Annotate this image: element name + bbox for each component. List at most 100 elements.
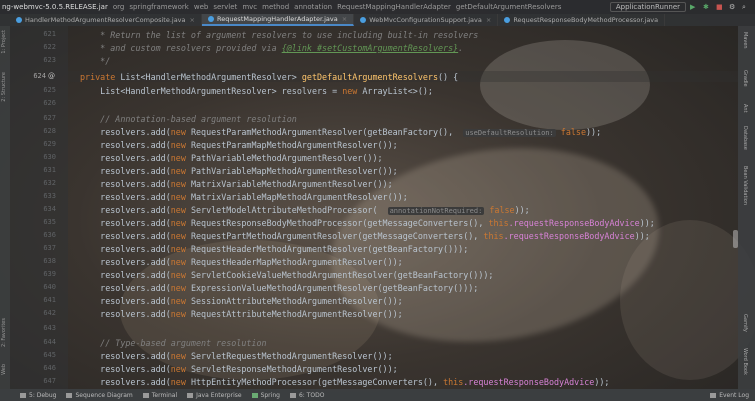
code-line: resolvers.add(new ServletResponseMethodA… <box>80 364 398 374</box>
bottom-tool-java-enterprise[interactable]: Java Enterprise <box>187 392 242 399</box>
tool-favorites[interactable]: 2: Favorites <box>1 318 7 347</box>
javadoc-link[interactable]: {@link #setCustomArgumentResolvers} <box>282 43 458 53</box>
override-marker-icon[interactable]: @ <box>48 72 55 80</box>
code-line: resolvers.add(new ServletModelAttributeM… <box>80 205 530 215</box>
settings-icon[interactable]: ⚙ <box>729 3 737 11</box>
bottom-tool-terminal[interactable]: Terminal <box>142 391 178 399</box>
code-text: List<HandlerMethodArgumentResolver> reso… <box>80 86 343 96</box>
line-number: 647 <box>43 377 56 385</box>
keyword: this <box>488 218 509 228</box>
breadcrumb-web[interactable]: web <box>194 3 208 11</box>
code-text: resolvers.add( <box>80 140 171 150</box>
tab-request-response-body-method-processor[interactable]: RequestResponseBodyMethodProcessor.java <box>498 14 666 26</box>
code-text: )); <box>639 218 655 228</box>
line-number: 634 <box>43 205 56 213</box>
debug-icon[interactable]: ✱ <box>703 3 711 11</box>
code-line-comment: * and custom resolvers provided via {@li… <box>80 43 463 53</box>
tool-gradle[interactable]: Gradle <box>742 70 748 87</box>
code-editor[interactable]: * Return the list of argument resolvers … <box>68 26 738 389</box>
keyword: new <box>170 192 186 202</box>
line-number: 644 <box>43 338 56 346</box>
breadcrumb-method[interactable]: method <box>262 3 289 11</box>
field-reference: .requestResponseBodyAdvice <box>463 377 595 387</box>
bottom-tool-spring[interactable]: Spring <box>251 392 280 399</box>
tool-maven[interactable]: Maven <box>742 32 748 49</box>
keyword: private <box>80 72 116 82</box>
event-log-button[interactable]: Event Log <box>710 392 749 399</box>
code-text: List<HandlerMethodArgumentResolver> <box>115 72 302 82</box>
keyword: new <box>170 270 186 280</box>
breadcrumb-class[interactable]: RequestMappingHandlerAdapter <box>337 3 451 11</box>
breadcrumb-mvc[interactable]: mvc <box>242 3 257 11</box>
tool-ant[interactable]: Ant <box>742 104 748 113</box>
tool-web[interactable]: Web <box>1 364 7 375</box>
tool-database[interactable]: Database <box>742 126 748 150</box>
breadcrumb-springframework[interactable]: springframework <box>129 3 189 11</box>
code-line: resolvers.add(new PathVariableMapMethodA… <box>80 166 398 176</box>
code-text: resolvers.add( <box>80 127 171 137</box>
keyword: new <box>170 364 186 374</box>
line-number: 621 <box>43 30 56 38</box>
code-text: RequestParamMethodArgumentResolver(getBe… <box>185 127 464 137</box>
terminal-icon <box>142 392 149 398</box>
tool-word-book[interactable]: Word Book <box>742 348 748 375</box>
tab-label: RequestResponseBodyMethodProcessor.java <box>513 16 659 24</box>
tab-label: HandlerMethodArgumentResolverComposite.j… <box>25 16 186 24</box>
tab-handler-method-argument-resolver-composite[interactable]: HandlerMethodArgumentResolverComposite.j… <box>10 14 202 26</box>
bottom-tool-label: Terminal <box>151 391 178 399</box>
code-line: resolvers.add(new RequestParamMapMethodA… <box>80 140 398 150</box>
code-text: resolvers.add( <box>80 244 171 254</box>
run-configuration-select[interactable]: ApplicationRunner <box>609 2 686 12</box>
line-number: 639 <box>43 270 56 278</box>
code-line: resolvers.add(new RequestParamMethodArgu… <box>80 127 601 137</box>
code-line: resolvers.add(new RequestResponseBodyMet… <box>80 218 655 228</box>
close-icon[interactable]: × <box>190 16 195 24</box>
bottom-tool-sequence-diagram[interactable]: Sequence Diagram <box>66 392 133 399</box>
tool-gamify[interactable]: Gamify <box>742 314 748 332</box>
code-text: PathVariableMethodArgumentResolver()); <box>185 153 383 163</box>
bottom-tool-todo[interactable]: 6: TODO <box>289 392 324 399</box>
tool-project[interactable]: 1: Project <box>1 30 7 54</box>
keyword: new <box>170 179 186 189</box>
close-icon[interactable]: × <box>486 16 491 24</box>
code-line: resolvers.add(new SessionAttributeMethod… <box>80 296 403 306</box>
comment-text: * and custom resolvers provided via <box>80 43 282 53</box>
tab-web-mvc-configuration-support[interactable]: WebMvcConfigurationSupport.java × <box>354 14 499 26</box>
sequence-diagram-icon <box>66 392 73 398</box>
breadcrumb-method-name[interactable]: getDefaultArgumentResolvers <box>456 3 562 11</box>
code-text: ServletRequestMethodArgumentResolver()); <box>185 351 393 361</box>
close-icon[interactable]: × <box>342 15 347 23</box>
run-icon[interactable]: ▶ <box>690 3 698 11</box>
breadcrumb-servlet[interactable]: servlet <box>213 3 237 11</box>
spring-icon <box>251 392 258 398</box>
bottom-tool-debug[interactable]: 5: Debug <box>20 392 56 399</box>
tab-request-mapping-handler-adapter[interactable]: RequestMappingHandlerAdapter.java × <box>201 14 355 26</box>
code-text: ExpressionValueMethodArgumentResolver(ge… <box>185 283 479 293</box>
code-line: List<HandlerMethodArgumentResolver> reso… <box>80 86 433 96</box>
search-icon[interactable]: ⌕ <box>742 3 750 11</box>
breadcrumb-jar[interactable]: ng-webmvc-5.0.5.RELEASE.jar <box>0 3 108 11</box>
code-line: resolvers.add(new PathVariableMethodArgu… <box>80 153 383 163</box>
tool-bean-validation[interactable]: Bean Validation <box>742 166 748 205</box>
breadcrumb: ng-webmvc-5.0.5.RELEASE.jar org springfr… <box>0 0 755 14</box>
code-text: resolvers.add( <box>80 153 171 163</box>
line-number: 626 <box>43 99 56 107</box>
field-reference: .requestResponseBodyAdvice <box>508 218 640 228</box>
line-number: 637 <box>43 244 56 252</box>
stop-icon[interactable]: ■ <box>716 3 724 11</box>
code-text: ServletResponseMethodArgumentResolver())… <box>185 364 398 374</box>
keyword: new <box>170 296 186 306</box>
class-icon <box>360 17 367 23</box>
breadcrumb-org[interactable]: org <box>113 3 124 11</box>
code-text: resolvers.add( <box>80 309 171 319</box>
code-text: PathVariableMapMethodArgumentResolver())… <box>185 166 398 176</box>
breadcrumb-annotation[interactable]: annotation <box>294 3 332 11</box>
code-text: () { <box>438 72 459 82</box>
code-text: MatrixVariableMapMethodArgumentResolver(… <box>185 192 408 202</box>
line-number: 633 <box>43 192 56 200</box>
left-tool-strip: 1: Project 2: Structure 2: Favorites Web <box>0 26 10 389</box>
code-text: resolvers.add( <box>80 231 171 241</box>
line-number: 623 <box>43 56 56 64</box>
tool-structure[interactable]: 2: Structure <box>1 72 7 102</box>
line-number: 625 <box>43 86 56 94</box>
